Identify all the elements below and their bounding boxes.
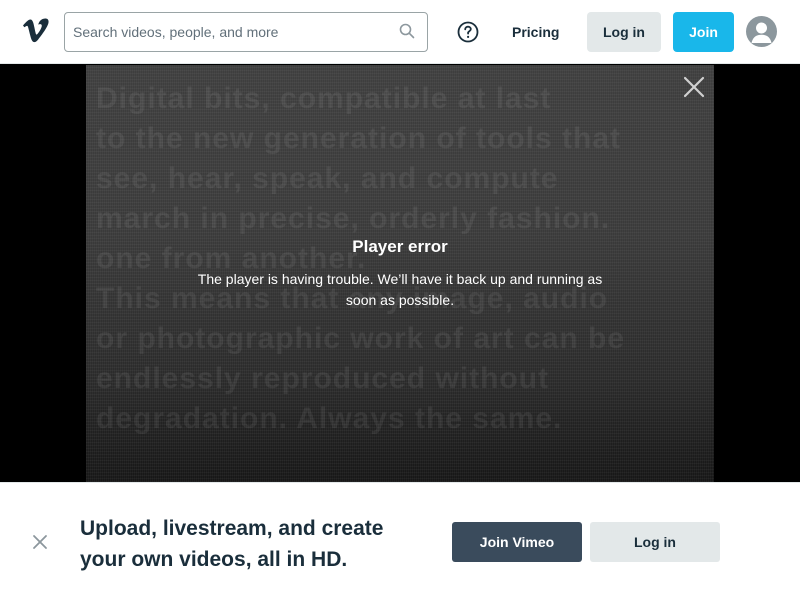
close-icon[interactable]	[682, 75, 706, 99]
signup-banner: Upload, livestream, and create your own …	[0, 482, 800, 600]
user-avatar-icon[interactable]	[746, 16, 777, 47]
player-error-message: The player is having trouble. We’ll have…	[197, 271, 603, 308]
join-vimeo-button[interactable]: Join Vimeo	[452, 522, 582, 562]
help-circle-icon[interactable]	[456, 20, 480, 44]
static-noise-background: Digital bits, compatible at last to the …	[96, 82, 626, 435]
search-icon[interactable]	[399, 23, 415, 39]
search-box[interactable]	[64, 12, 428, 52]
join-button[interactable]: Join	[673, 12, 734, 52]
video-stage: Digital bits, compatible at last to the …	[0, 65, 800, 485]
top-nav: Pricing Log in Join	[0, 0, 800, 64]
banner-headline: Upload, livestream, and create your own …	[80, 517, 384, 571]
login-button[interactable]: Log in	[587, 12, 661, 52]
banner-login-button[interactable]: Log in	[590, 522, 720, 562]
video-player[interactable]: Digital bits, compatible at last to the …	[86, 65, 714, 485]
vimeo-logo-icon[interactable]	[22, 18, 50, 44]
search-input[interactable]	[73, 13, 383, 51]
player-error-title: Player error	[352, 237, 448, 256]
pricing-link[interactable]: Pricing	[500, 12, 571, 52]
close-icon[interactable]	[32, 534, 48, 550]
